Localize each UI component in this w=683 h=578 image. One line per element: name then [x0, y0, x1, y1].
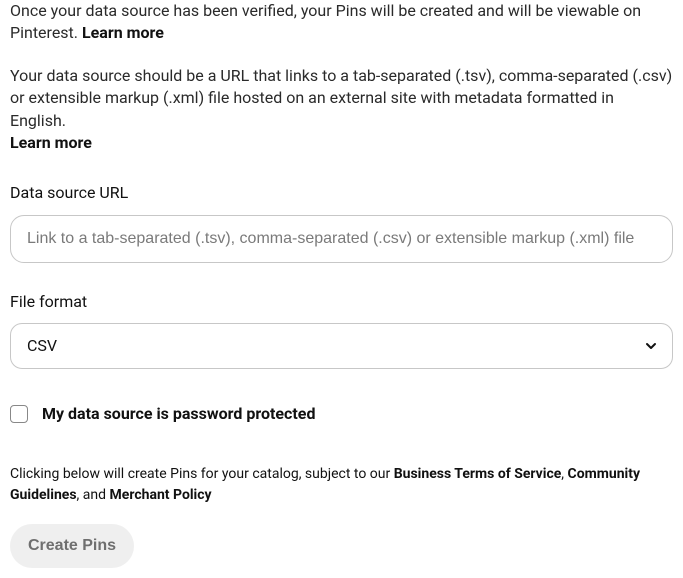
terms-prefix: Clicking below will create Pins for your…	[10, 466, 394, 482]
password-protected-checkbox[interactable]	[10, 405, 28, 423]
file-format-label: File format	[10, 291, 673, 313]
learn-more-link-2[interactable]: Learn more	[10, 133, 92, 152]
file-format-select-wrap[interactable]: CSV	[10, 323, 673, 369]
file-format-group: File format CSV	[10, 291, 673, 369]
intro-paragraph-2: Your data source should be a URL that li…	[10, 65, 673, 155]
business-terms-link[interactable]: Business Terms of Service	[394, 466, 562, 482]
terms-sep2: , and	[77, 487, 110, 503]
terms-text: Clicking below will create Pins for your…	[10, 464, 673, 506]
password-protected-row: My data source is password protected	[10, 403, 673, 425]
data-source-url-input[interactable]	[10, 215, 673, 263]
merchant-policy-link[interactable]: Merchant Policy	[110, 487, 212, 503]
file-format-select[interactable]: CSV	[10, 323, 673, 369]
password-protected-label[interactable]: My data source is password protected	[42, 403, 315, 425]
intro-text-2: Your data source should be a URL that li…	[10, 66, 672, 130]
create-pins-button[interactable]: Create Pins	[10, 524, 134, 568]
data-source-url-group: Data source URL	[10, 182, 673, 262]
data-source-url-label: Data source URL	[10, 182, 673, 204]
intro-paragraph-1: Once your data source has been verified,…	[10, 0, 673, 45]
learn-more-link-1[interactable]: Learn more	[82, 23, 164, 42]
